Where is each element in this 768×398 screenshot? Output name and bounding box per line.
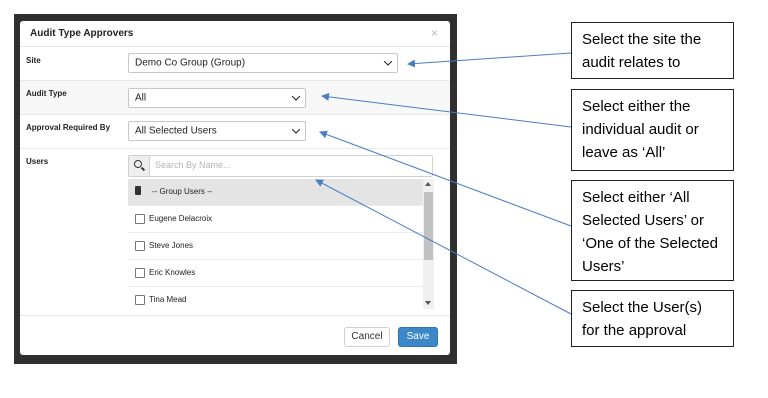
arrow-site	[407, 52, 572, 68]
arrow-audit-type	[321, 92, 572, 128]
callout-approval: Select either ‘All Selected Users’ or ‘O…	[571, 180, 734, 281]
arrow-approval	[319, 130, 572, 227]
arrow-users	[315, 179, 572, 315]
callout-site: Select the site the audit relates to	[571, 22, 734, 79]
callout-audit-type: Select either the individual audit or le…	[571, 89, 734, 171]
callout-users: Select the User(s) for the approval	[571, 290, 734, 347]
